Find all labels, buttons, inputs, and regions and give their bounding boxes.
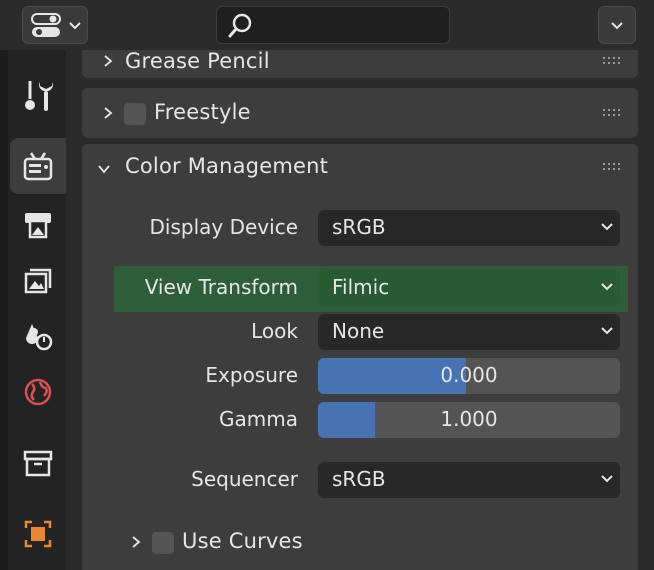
drag-handle-icon[interactable] [602,56,624,66]
chevron-right-icon [132,536,141,548]
options-dropdown-button[interactable] [598,6,636,44]
tab-render[interactable] [10,138,66,194]
exposure-label: Exposure [205,363,298,387]
chevron-down-icon [601,283,613,291]
slider-value: 1.000 [440,407,498,431]
output-icon [25,213,51,239]
subpanel-use-curves[interactable]: Use Curves [110,520,630,564]
search-icon [228,13,252,38]
chevron-right-icon [104,107,113,119]
chevron-down-icon [69,22,81,30]
display-device-label: Display Device [149,215,298,239]
dropdown-value: sRGB [332,467,386,491]
collection-icon [23,450,53,477]
panel-color-management: Color Management [82,144,638,570]
drag-handle-icon[interactable] [602,162,624,172]
chevron-down-icon [611,22,623,30]
slider-value: 0.000 [440,363,498,387]
sequencer-dropdown[interactable]: sRGB [318,462,620,498]
tab-scene[interactable] [10,308,66,364]
properties-editor-icon [31,13,61,37]
tab-collection[interactable] [10,436,66,492]
panel-grease-pencil[interactable]: Grease Pencil [82,49,638,78]
dropdown-value: sRGB [332,215,386,239]
panel-freestyle[interactable]: Freestyle [82,88,638,138]
tab-world[interactable] [10,364,66,420]
gamma-label: Gamma [219,407,298,431]
sequencer-label: Sequencer [191,467,298,491]
tab-view-layer[interactable] [10,252,66,308]
look-dropdown[interactable]: None [318,314,620,350]
dropdown-value: Filmic [332,275,390,299]
tab-output[interactable] [10,196,66,252]
look-label: Look [251,319,298,343]
view-transform-label: View Transform [144,275,298,299]
render-icon [23,152,53,181]
object-icon [24,520,52,548]
use-curves-checkbox[interactable] [152,532,174,554]
panel-header-label: Grease Pencil [125,49,270,73]
chevron-right-icon [104,55,113,67]
panel-header-label: Freestyle [154,100,251,124]
tool-icon [25,81,53,111]
drag-handle-icon[interactable] [602,108,624,118]
scene-icon [26,324,53,351]
use-curves-label: Use Curves [182,529,303,553]
panel-header-label: Color Management [125,154,329,178]
gamma-slider[interactable]: 1.000 [318,402,620,438]
editor-type-button[interactable] [22,6,88,44]
view-transform-dropdown[interactable]: Filmic [318,270,620,306]
chevron-down-icon [601,475,613,483]
freestyle-checkbox[interactable] [124,103,146,125]
search-field[interactable] [216,6,450,44]
properties-header [0,0,654,50]
exposure-slider[interactable]: 0.000 [318,358,620,394]
chevron-down-icon [601,223,613,231]
tab-tool[interactable] [10,68,66,124]
display-device-dropdown[interactable]: sRGB [318,210,620,246]
chevron-down-icon [98,165,110,174]
tab-object[interactable] [10,506,66,562]
dropdown-value: None [332,319,385,343]
view-layer-icon [24,268,52,294]
world-icon [24,378,52,406]
chevron-down-icon [601,327,613,335]
